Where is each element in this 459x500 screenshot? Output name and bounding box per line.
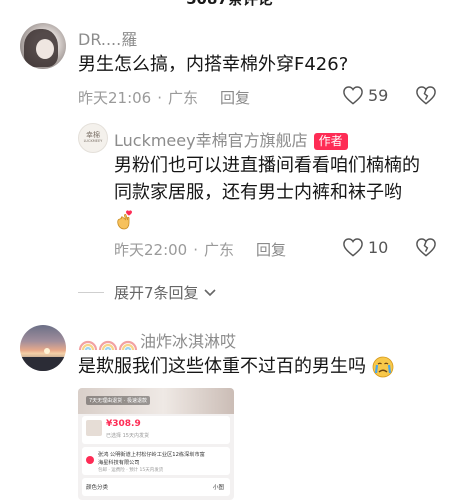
reply-button[interactable]: 回复 bbox=[220, 87, 250, 108]
like-button[interactable]: 10 bbox=[342, 237, 388, 257]
reply-text-line-2[interactable]: 同款家居服，还有男士内裤和袜子哟 bbox=[114, 179, 402, 206]
reply-location: 广东 bbox=[204, 241, 235, 259]
avatar-brand-subtext: LUCKMEEY bbox=[83, 139, 103, 143]
comment-username[interactable]: DR....羅 bbox=[78, 26, 137, 50]
image-address-card: 张鸿 公明街道上村松仔岭工业区12栋深圳市富 海星科技有限公司 包邮 · 运费险… bbox=[82, 447, 230, 475]
avatar[interactable]: 幸棉 LUCKMEEY bbox=[78, 123, 108, 153]
reply-button[interactable]: 回复 bbox=[256, 239, 286, 260]
avatar[interactable] bbox=[20, 325, 66, 371]
like-count: 59 bbox=[368, 85, 389, 105]
image-spec-row: 颜色分类 小图 bbox=[82, 478, 230, 496]
like-count: 10 bbox=[368, 237, 389, 257]
comment-text[interactable]: 是欺服我们这些体重不过百的男生吗 bbox=[78, 353, 394, 380]
heart-icon bbox=[343, 86, 363, 105]
finger-heart-emoji-icon bbox=[117, 210, 132, 230]
avatar[interactable] bbox=[20, 23, 66, 69]
comments-count-title: 5087条评论 bbox=[0, 0, 459, 9]
comment-username[interactable]: 油炸冰淇淋哎 bbox=[78, 328, 236, 352]
comment-location: 广东 bbox=[168, 89, 199, 107]
image-product-card: ¥308.9 已选择 15天内发货 bbox=[82, 416, 230, 444]
expand-replies-label: 展开7条回复 bbox=[114, 284, 199, 302]
dislike-heart-icon[interactable] bbox=[415, 85, 437, 105]
reply-meta: 昨天22:00 · 广东 回复 bbox=[114, 239, 287, 260]
rainbow-icon bbox=[78, 340, 138, 350]
expand-replies-button[interactable]: 展开7条回复 bbox=[78, 282, 217, 303]
comment-meta: 昨天21:06 · 广东 回复 bbox=[78, 87, 251, 108]
avatar-brand-text: 幸棉 bbox=[86, 131, 100, 139]
dislike-heart-icon[interactable] bbox=[415, 237, 437, 257]
divider bbox=[78, 292, 104, 293]
reply-text-line-1[interactable]: 男粉们也可以进直播间看看咱们楠楠的 bbox=[114, 152, 420, 179]
chevron-down-icon bbox=[203, 288, 216, 296]
location-pin-icon bbox=[86, 456, 94, 464]
heart-icon bbox=[343, 238, 363, 257]
image-notice: 7天无理由退货 · 极速退款 bbox=[86, 396, 150, 405]
author-badge: 作者 bbox=[313, 133, 348, 150]
attached-image[interactable]: 7天无理由退货 · 极速退款 ¥308.9 已选择 15天内发货 张鸿 公明街道… bbox=[78, 388, 234, 500]
reply-username[interactable]: Luckmeey幸棉官方旗舰店 作者 bbox=[114, 127, 348, 151]
crying-face-emoji-icon bbox=[372, 356, 394, 378]
comment-time: 昨天21:06 bbox=[78, 89, 152, 107]
image-price: ¥308.9 bbox=[106, 419, 141, 429]
reply-time: 昨天22:00 bbox=[114, 241, 188, 259]
image-price-sub: 已选择 15天内发货 bbox=[106, 433, 149, 439]
rainbow-icons bbox=[78, 334, 138, 352]
comment-text[interactable]: 男生怎么搞，内搭幸棉外穿F426? bbox=[78, 51, 348, 78]
like-button[interactable]: 59 bbox=[342, 85, 388, 105]
